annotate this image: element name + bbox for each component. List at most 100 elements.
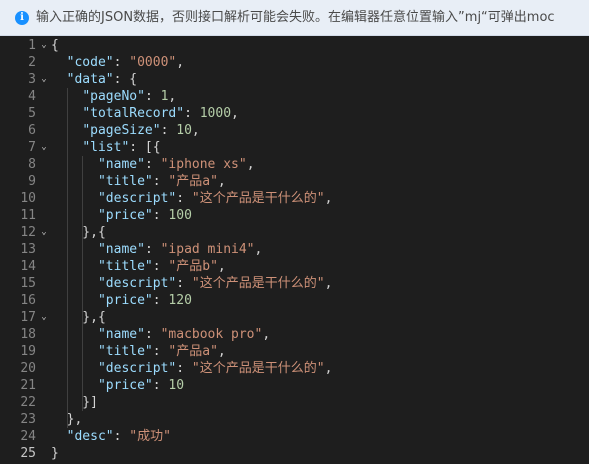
code-text: },{ bbox=[51, 309, 106, 326]
code-line[interactable]: 4 "pageNo": 1, bbox=[0, 88, 589, 105]
code-token: : bbox=[176, 276, 192, 291]
code-line[interactable]: 14 "title": "产品b", bbox=[0, 258, 589, 275]
code-line[interactable]: 10 "descript": "这个产品是干什么的", bbox=[0, 190, 589, 207]
code-token: },{ bbox=[51, 225, 106, 240]
code-token: , bbox=[217, 344, 226, 359]
code-line[interactable]: 5 "totalRecord": 1000, bbox=[0, 105, 589, 122]
code-token: , bbox=[217, 259, 226, 274]
line-number: 7 bbox=[28, 140, 36, 155]
code-token: : bbox=[176, 191, 192, 206]
fold-chevron-icon[interactable]: ⌄ bbox=[39, 71, 49, 88]
code-token: "code" bbox=[66, 55, 114, 70]
code-line[interactable]: 9 "title": "产品a", bbox=[0, 173, 589, 190]
code-text: } bbox=[51, 445, 59, 462]
code-line[interactable]: 6 "pageSize": 10, bbox=[0, 122, 589, 139]
code-line[interactable]: 22 }] bbox=[0, 394, 589, 411]
json-editor-page: i 输入正确的JSON数据，否则接口解析可能会失败。在编辑器任意位置输入”mj“… bbox=[0, 0, 589, 464]
code-line[interactable]: 2 "code": "0000", bbox=[0, 54, 589, 71]
code-text: "pageSize": 10, bbox=[51, 122, 199, 139]
code-token: , bbox=[168, 89, 177, 104]
code-token: , bbox=[254, 242, 263, 257]
code-token: : { bbox=[113, 72, 138, 87]
code-token: "name" bbox=[97, 157, 145, 172]
code-text: "title": "产品a", bbox=[51, 173, 226, 190]
code-line[interactable]: 1 ⌄{ bbox=[0, 37, 589, 54]
line-number: 10 bbox=[20, 191, 36, 206]
line-number: 24 bbox=[20, 429, 36, 444]
code-token: "成功" bbox=[129, 429, 171, 444]
fold-chevron-icon[interactable]: ⌄ bbox=[39, 37, 49, 54]
code-token: "这个产品是干什么的" bbox=[191, 361, 325, 376]
code-token: "title" bbox=[97, 259, 153, 274]
code-line[interactable]: 8 "name": "iphone xs", bbox=[0, 156, 589, 173]
fold-chevron-icon[interactable]: ⌄ bbox=[39, 139, 49, 156]
code-token: 1000 bbox=[199, 106, 232, 121]
code-line[interactable]: 18 "name": "macbook pro", bbox=[0, 326, 589, 343]
code-token: : bbox=[144, 242, 161, 257]
code-token: "产品a" bbox=[168, 344, 218, 359]
code-line[interactable]: 7 ⌄ "list": [{ bbox=[0, 139, 589, 156]
line-number: 2 bbox=[28, 55, 36, 70]
code-token: "price" bbox=[97, 293, 153, 308]
code-token: "descript" bbox=[97, 361, 177, 376]
code-token: : bbox=[152, 293, 169, 308]
line-number: 1 bbox=[28, 38, 36, 53]
code-line[interactable]: 3 ⌄ "data": { bbox=[0, 71, 589, 88]
code-token: } bbox=[51, 446, 59, 461]
code-token: "price" bbox=[97, 208, 153, 223]
code-token: : bbox=[152, 208, 169, 223]
code-line[interactable]: 24 "desc": "成功" bbox=[0, 428, 589, 445]
fold-chevron-icon[interactable]: ⌄ bbox=[39, 224, 49, 241]
code-line[interactable]: 16 "price": 120 bbox=[0, 292, 589, 309]
code-line[interactable]: 19 "title": "产品a", bbox=[0, 343, 589, 360]
code-line[interactable]: 17 ⌄ },{ bbox=[0, 309, 589, 326]
code-text: "name": "ipad mini4", bbox=[51, 241, 262, 258]
line-number: 12 bbox=[20, 225, 36, 240]
code-token: : [{ bbox=[129, 140, 161, 155]
code-token: "macbook pro" bbox=[160, 327, 263, 342]
line-number: 21 bbox=[20, 378, 36, 393]
code-token: , bbox=[262, 327, 271, 342]
code-token: : bbox=[113, 55, 130, 70]
code-token: 120 bbox=[168, 293, 192, 308]
code-line[interactable]: 20 "descript": "这个产品是干什么的", bbox=[0, 360, 589, 377]
code-token: "产品a" bbox=[168, 174, 218, 189]
line-number: 3 bbox=[28, 72, 36, 87]
code-token: "pageSize" bbox=[82, 123, 161, 138]
code-token: "descript" bbox=[97, 276, 177, 291]
code-token: : bbox=[152, 174, 169, 189]
code-line[interactable]: 21 "price": 10 bbox=[0, 377, 589, 394]
code-text: "title": "产品b", bbox=[51, 258, 226, 275]
code-token: "desc" bbox=[66, 429, 114, 444]
code-token: }] bbox=[51, 395, 98, 410]
code-text: "price": 100 bbox=[51, 207, 192, 224]
code-line[interactable]: 25} bbox=[0, 445, 589, 462]
code-token: "name" bbox=[97, 242, 145, 257]
code-token: : bbox=[152, 259, 169, 274]
code-line[interactable]: 13 "name": "ipad mini4", bbox=[0, 241, 589, 258]
code-text: { bbox=[51, 37, 59, 54]
code-line[interactable]: 23 }, bbox=[0, 411, 589, 428]
fold-chevron-icon[interactable]: ⌄ bbox=[39, 309, 49, 326]
code-text: "name": "macbook pro", bbox=[51, 326, 270, 343]
code-text: "list": [{ bbox=[51, 139, 161, 156]
code-text: "descript": "这个产品是干什么的", bbox=[51, 275, 332, 292]
line-number: 8 bbox=[28, 157, 36, 172]
code-line[interactable]: 12 ⌄ },{ bbox=[0, 224, 589, 241]
line-number: 9 bbox=[28, 174, 36, 189]
code-token: : bbox=[144, 89, 161, 104]
code-token: "0000" bbox=[129, 55, 177, 70]
code-line[interactable]: 15 "descript": "这个产品是干什么的", bbox=[0, 275, 589, 292]
code-line[interactable]: 11 "price": 100 bbox=[0, 207, 589, 224]
code-text: "name": "iphone xs", bbox=[51, 156, 255, 173]
code-editor[interactable]: 1 ⌄{2 "code": "0000", 3 ⌄ "data": {4 "pageN… bbox=[0, 36, 589, 464]
code-token: : bbox=[152, 344, 169, 359]
